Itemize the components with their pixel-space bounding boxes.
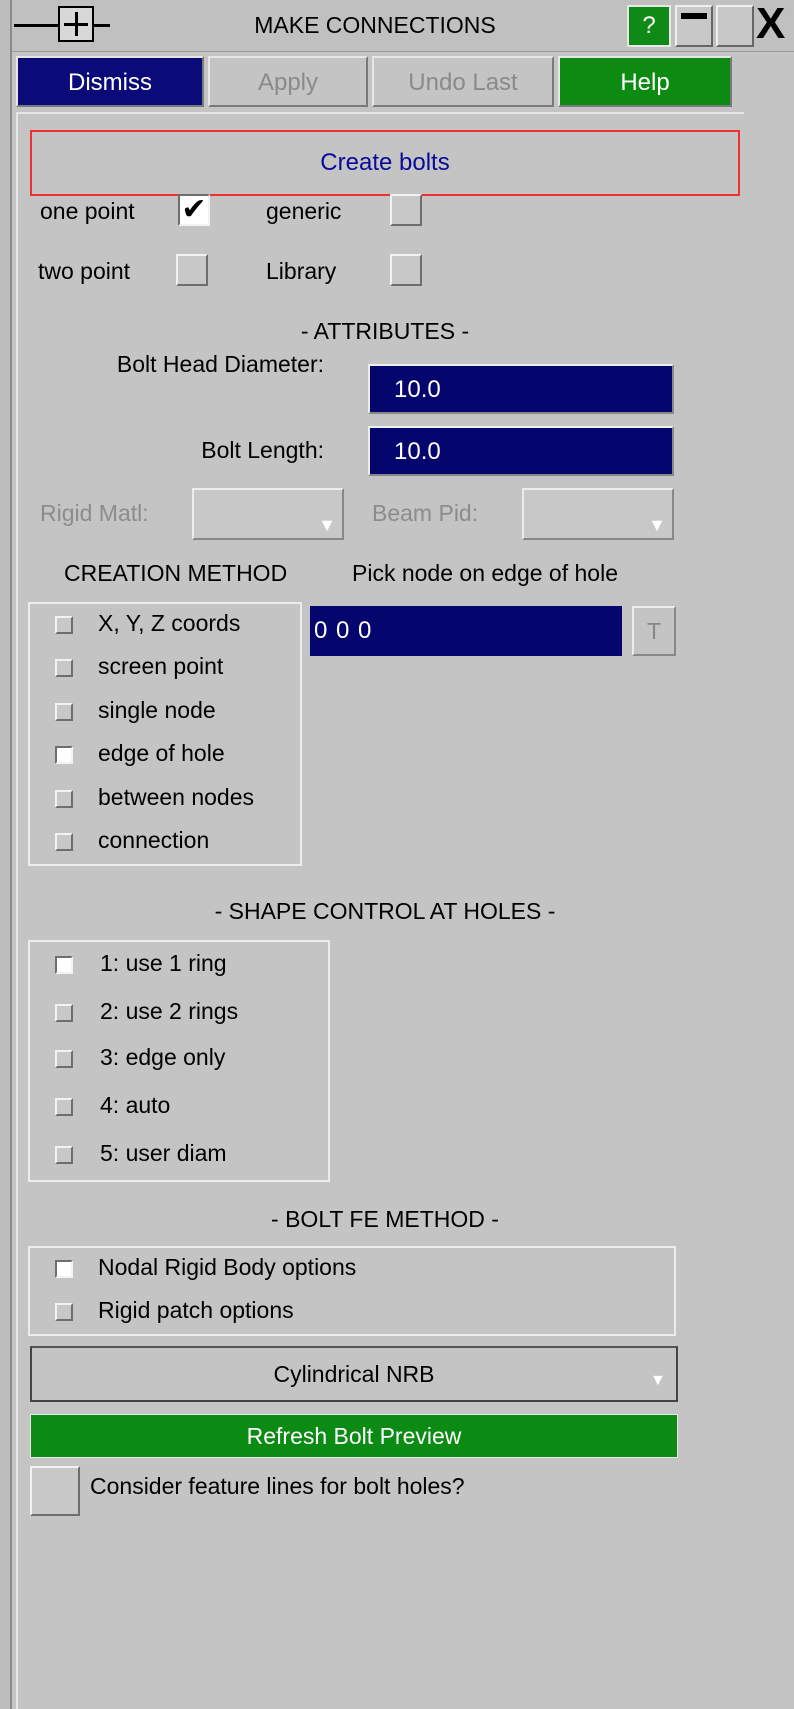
nodal-rigid-body-radio[interactable] (55, 1260, 73, 1278)
rigid-matl-label: Rigid Matl: (40, 500, 149, 526)
title-bar-menu-dash (14, 24, 36, 27)
xyz-coords-radio[interactable] (55, 616, 73, 634)
chevron-down-icon: ▼ (318, 515, 336, 535)
screen-point-label: screen point (98, 653, 224, 679)
bolt-head-diameter-field[interactable]: 10.0 (368, 364, 674, 414)
beam-pid-dropdown[interactable]: ▼ (522, 488, 674, 540)
connection-radio[interactable] (55, 833, 73, 851)
nrb-type-select[interactable]: Cylindrical NRB (30, 1346, 678, 1402)
rigid-matl-dropdown[interactable]: ▼ (192, 488, 344, 540)
t-button[interactable]: T (632, 606, 676, 656)
bolt-head-diameter-label: Bolt Head Diameter: (116, 351, 324, 377)
creation-instruction: Pick node on edge of hole (352, 560, 618, 586)
between-nodes-radio[interactable] (55, 790, 73, 808)
single-node-radio[interactable] (55, 703, 73, 721)
single-node-label: single node (98, 697, 216, 723)
close-icon[interactable]: X (756, 2, 794, 48)
help-question-icon[interactable]: ? (627, 5, 671, 47)
window-left-edge (0, 0, 12, 1709)
nodal-rigid-body-label: Nodal Rigid Body options (98, 1254, 357, 1280)
auto-radio[interactable] (55, 1098, 73, 1116)
library-label: Library (266, 258, 337, 284)
one-point-label: one point (40, 198, 135, 224)
undo-last-button[interactable]: Undo Last (372, 56, 554, 107)
title-bar-menu-dash-2 (36, 24, 58, 27)
dismiss-button[interactable]: Dismiss (16, 56, 204, 107)
shape-control-header: - SHAPE CONTROL AT HOLES - (214, 898, 556, 924)
use-2-rings-radio[interactable] (55, 1004, 73, 1022)
generic-label: generic (266, 198, 342, 224)
apply-button[interactable]: Apply (208, 56, 368, 107)
title-bar-dash-right (94, 24, 110, 27)
screen-point-radio[interactable] (55, 659, 73, 677)
coordinates-input[interactable]: 0 0 0 (310, 606, 622, 656)
connection-label: connection (98, 827, 210, 853)
two-point-label: two point (38, 258, 131, 284)
chevron-down-icon: ▼ (648, 515, 666, 535)
rigid-patch-radio[interactable] (55, 1303, 73, 1321)
generic-checkbox[interactable] (390, 194, 422, 226)
user-diam-label: 5: user diam (100, 1140, 227, 1166)
xyz-coords-label: X, Y, Z coords (98, 610, 241, 636)
one-point-checkbox[interactable]: ✔ (178, 194, 210, 226)
beam-pid-label: Beam Pid: (372, 500, 479, 526)
edge-of-hole-radio[interactable] (55, 746, 73, 764)
create-bolts-heading: Create bolts (30, 130, 740, 196)
two-point-checkbox[interactable] (176, 254, 208, 286)
user-diam-radio[interactable] (55, 1146, 73, 1164)
between-nodes-label: between nodes (98, 784, 255, 810)
creation-method-header: CREATION METHOD (64, 560, 288, 586)
edge-only-radio[interactable] (55, 1050, 73, 1068)
library-checkbox[interactable] (390, 254, 422, 286)
auto-label: 4: auto (100, 1092, 171, 1118)
feature-lines-label: Consider feature lines for bolt holes? (90, 1473, 465, 1499)
move-cross-icon[interactable] (58, 6, 94, 42)
use-2-rings-label: 2: use 2 rings (100, 998, 239, 1024)
minimize-icon[interactable] (675, 5, 713, 47)
maximize-icon[interactable] (716, 5, 754, 47)
edge-of-hole-label: edge of hole (98, 740, 225, 766)
window-title: MAKE CONNECTIONS (254, 12, 496, 38)
attributes-header: - ATTRIBUTES - (300, 318, 470, 344)
rigid-patch-label: Rigid patch options (98, 1297, 294, 1323)
use-1-ring-radio[interactable] (55, 956, 73, 974)
feature-lines-checkbox[interactable] (30, 1466, 80, 1516)
edge-only-label: 3: edge only (100, 1044, 226, 1070)
bolt-length-label: Bolt Length: (201, 437, 324, 463)
bolt-length-field[interactable]: 10.0 (368, 426, 674, 476)
help-button[interactable]: Help (558, 56, 732, 107)
chevron-down-icon: ▼ (650, 1372, 666, 1389)
check-icon: ✔ (181, 193, 207, 226)
bolt-fe-method-header: - BOLT FE METHOD - (271, 1206, 499, 1232)
use-1-ring-label: 1: use 1 ring (100, 950, 227, 976)
refresh-bolt-preview-button[interactable]: Refresh Bolt Preview (30, 1414, 678, 1458)
